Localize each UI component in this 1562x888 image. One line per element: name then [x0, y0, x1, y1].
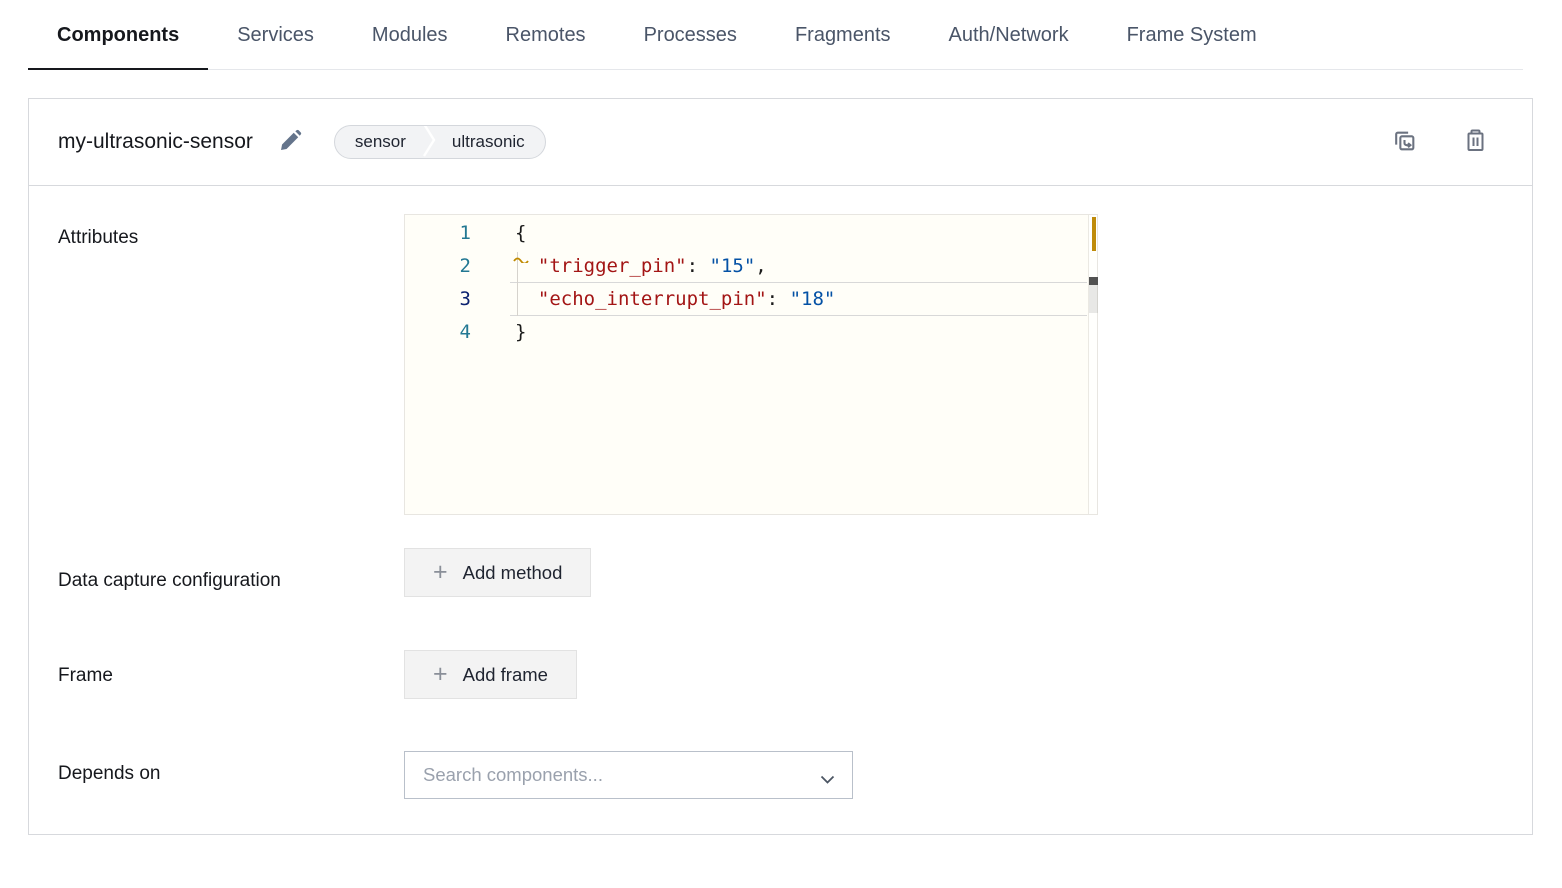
editor-overview-ruler[interactable]: [1088, 215, 1097, 514]
edit-name-button[interactable]: [278, 128, 303, 156]
tab-processes[interactable]: Processes: [615, 24, 766, 69]
tab-frame-system[interactable]: Frame System: [1098, 24, 1286, 69]
tab-remotes[interactable]: Remotes: [477, 24, 615, 69]
duplicate-icon: [1391, 127, 1418, 157]
attributes-json-editor[interactable]: 1 { 2 "trigger_pin": "15", 3 "echo_inter…: [404, 214, 1098, 515]
chip-divider-chevron-icon: [422, 125, 436, 159]
tab-fragments[interactable]: Fragments: [766, 24, 920, 69]
component-card-actions: [1391, 127, 1487, 157]
line-number-3: 3: [405, 283, 471, 316]
delete-component-button[interactable]: [1464, 128, 1487, 156]
attributes-row: Attributes 1 { 2 "trigger_pin": "15",: [58, 214, 1503, 515]
add-frame-button-label: Add frame: [463, 664, 548, 686]
pencil-icon: [278, 128, 303, 156]
component-type-chip: sensor ultrasonic: [334, 125, 546, 159]
component-card: my-ultrasonic-sensor sensor ultrasonic: [28, 98, 1533, 835]
duplicate-component-button[interactable]: [1391, 127, 1418, 157]
depends-on-select[interactable]: [404, 751, 853, 799]
trash-icon: [1464, 128, 1487, 156]
line-number-2: 2: [405, 250, 471, 283]
component-card-body: Attributes 1 { 2 "trigger_pin": "15",: [29, 214, 1532, 834]
code-line-1: 1 {: [405, 217, 1097, 250]
depends-on-row: Depends on: [58, 751, 1503, 799]
attributes-label: Attributes: [58, 227, 404, 249]
tab-auth-network[interactable]: Auth/Network: [920, 24, 1098, 69]
code-line-2: 2 "trigger_pin": "15",: [405, 250, 1097, 283]
frame-row: Frame + Add frame: [58, 650, 1503, 699]
tab-services[interactable]: Services: [208, 24, 343, 69]
line-number-4: 4: [405, 316, 471, 349]
editor-warning-squiggle-icon: [513, 246, 529, 268]
plus-icon: +: [433, 662, 448, 687]
config-tab-bar: Components Services Modules Remotes Proc…: [28, 0, 1523, 70]
code-line-4: 4 }: [405, 316, 1097, 349]
plus-icon: +: [433, 560, 448, 585]
search-components-input[interactable]: [405, 752, 852, 798]
component-name: my-ultrasonic-sensor: [58, 130, 253, 154]
code-line-3: 3 "echo_interrupt_pin": "18": [405, 283, 1097, 316]
component-card-header: my-ultrasonic-sensor sensor ultrasonic: [29, 99, 1532, 186]
editor-code-lines: 1 { 2 "trigger_pin": "15", 3 "echo_inter…: [405, 215, 1097, 349]
component-model: ultrasonic: [436, 132, 545, 152]
component-type: sensor: [335, 132, 422, 152]
add-method-button-label: Add method: [463, 562, 563, 584]
data-capture-row: Data capture configuration + Add method: [58, 548, 1503, 599]
add-method-button[interactable]: + Add method: [404, 548, 591, 597]
frame-label: Frame: [58, 665, 404, 687]
tab-modules[interactable]: Modules: [343, 24, 477, 69]
tab-components[interactable]: Components: [28, 24, 208, 70]
editor-scrollbar-thumb[interactable]: [1089, 285, 1098, 313]
overview-warning-marker: [1092, 217, 1096, 251]
chevron-down-icon: [820, 771, 835, 789]
depends-on-label: Depends on: [58, 763, 404, 785]
overview-cursor-marker: [1089, 277, 1098, 285]
add-frame-button[interactable]: + Add frame: [404, 650, 577, 699]
line-number-1: 1: [405, 217, 471, 250]
data-capture-label: Data capture configuration: [58, 562, 288, 599]
